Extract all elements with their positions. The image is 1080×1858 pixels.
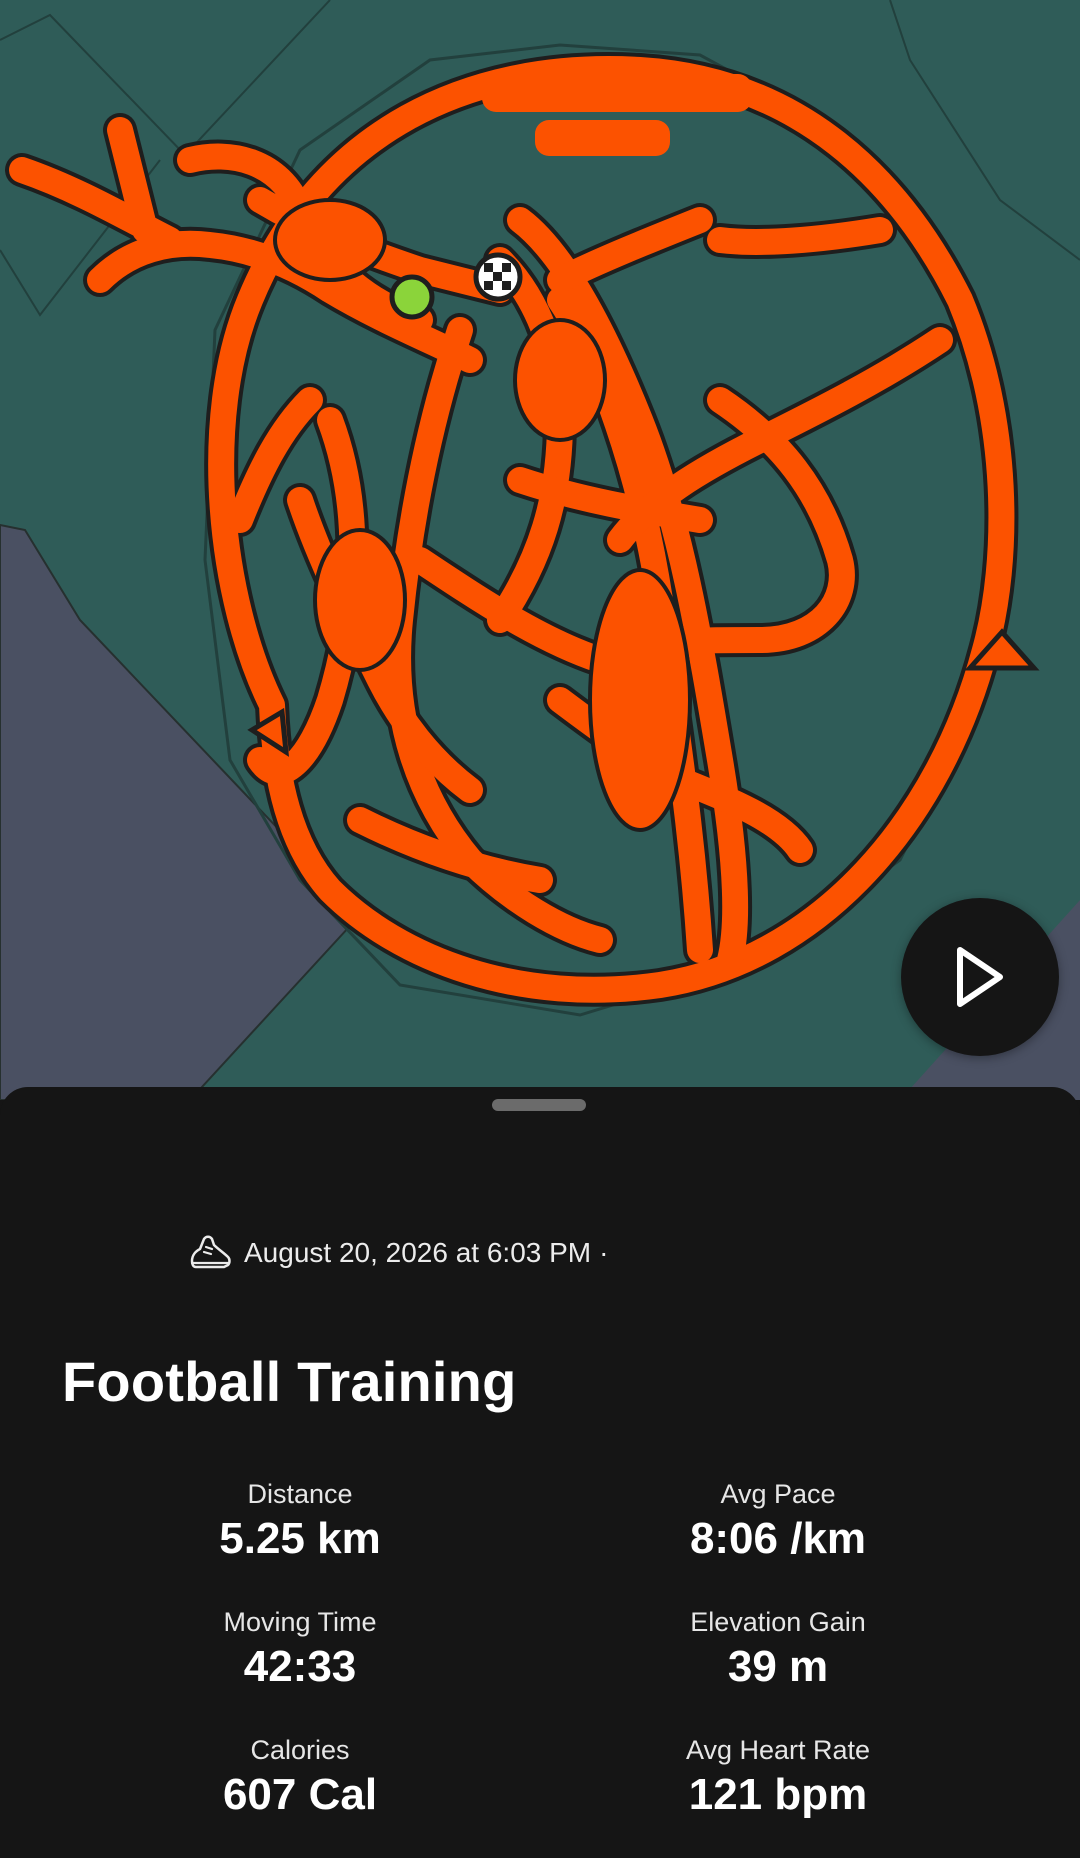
start-marker xyxy=(389,274,435,320)
activity-title: Football Training xyxy=(62,1350,517,1413)
redaction-mark xyxy=(535,120,670,156)
checkered-flag-icon xyxy=(473,252,523,302)
stat-distance: Distance 5.25 km xyxy=(60,1477,540,1565)
stat-label: Avg Pace xyxy=(720,1479,836,1509)
meta-separator: · xyxy=(599,1237,609,1268)
stat-label: Moving Time xyxy=(223,1607,377,1637)
stat-value: 121 bpm xyxy=(688,1770,868,1819)
stat-avg-pace: Avg Pace 8:06 /km xyxy=(538,1477,1018,1565)
stat-label: Avg Heart Rate xyxy=(685,1735,871,1765)
running-shoe-icon xyxy=(190,1235,231,1269)
activity-meta: August 20, 2026 at 6:03 PM · xyxy=(188,1233,608,1273)
stat-avg-heart-rate: Avg Heart Rate 121 bpm xyxy=(538,1733,1018,1821)
activity-sheet: August 20, 2026 at 6:03 PM · Football Tr… xyxy=(0,1087,1080,1858)
stat-value: 42:33 xyxy=(243,1642,357,1691)
activity-datetime: August 20, 2026 at 6:03 PM xyxy=(244,1237,592,1268)
stat-label: Distance xyxy=(247,1479,353,1509)
stat-elevation-gain: Elevation Gain 39 m xyxy=(538,1605,1018,1693)
stat-label: Calories xyxy=(250,1735,350,1765)
play-icon xyxy=(957,947,1003,1007)
redaction-mark xyxy=(482,74,752,112)
map-road-line xyxy=(0,0,331,157)
stat-value: 39 m xyxy=(727,1642,829,1691)
stat-moving-time: Moving Time 42:33 xyxy=(60,1605,540,1693)
stat-value: 5.25 km xyxy=(219,1514,381,1563)
stat-value: 607 Cal xyxy=(222,1770,378,1819)
drag-handle[interactable] xyxy=(492,1099,586,1111)
stat-calories: Calories 607 Cal xyxy=(60,1733,540,1821)
play-button[interactable] xyxy=(901,898,1059,1056)
stat-label: Elevation Gain xyxy=(690,1607,866,1637)
stat-value: 8:06 /km xyxy=(689,1514,867,1563)
